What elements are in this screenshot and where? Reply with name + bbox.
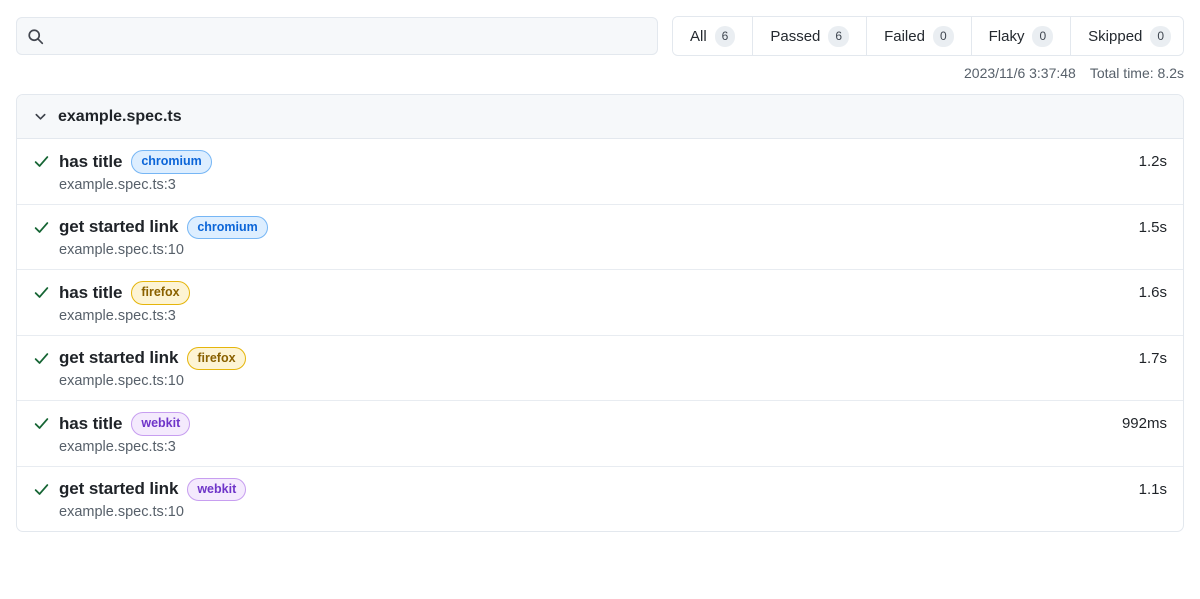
tab-flaky-label: Flaky	[988, 27, 1025, 45]
table-row[interactable]: get started link webkit 1.1s example.spe…	[17, 467, 1183, 532]
test-location: example.spec.ts:3	[59, 176, 176, 193]
toolbar: All 6 Passed 6 Failed 0 Flaky 0 Skipped …	[0, 0, 1200, 56]
table-row[interactable]: has title webkit 992ms example.spec.ts:3	[17, 401, 1183, 467]
test-title: get started link	[59, 217, 179, 237]
tab-failed-label: Failed	[884, 27, 925, 45]
project-badge: chromium	[131, 150, 212, 174]
tab-passed-label: Passed	[770, 27, 821, 45]
test-duration: 1.7s	[1138, 349, 1167, 367]
search-input[interactable]	[52, 18, 647, 54]
table-row[interactable]: has title firefox 1.6s example.spec.ts:3	[17, 270, 1183, 336]
project-badge: firefox	[187, 346, 246, 370]
test-duration: 1.5s	[1138, 218, 1167, 236]
tab-passed-count: 6	[828, 25, 850, 47]
test-location: example.spec.ts:10	[59, 373, 184, 389]
test-location: example.spec.ts:10	[59, 242, 184, 258]
tab-skipped-count: 0	[1150, 25, 1172, 47]
test-location: example.spec.ts:3	[59, 438, 176, 455]
table-row[interactable]: get started link firefox 1.7s example.sp…	[17, 336, 1183, 401]
chevron-down-icon[interactable]	[33, 109, 48, 124]
file-name: example.spec.ts	[58, 107, 182, 125]
tab-skipped-label: Skipped	[1088, 27, 1143, 45]
check-icon	[33, 481, 50, 498]
test-title: get started link	[59, 479, 179, 499]
test-title: has title	[59, 282, 123, 302]
test-row-main: get started link firefox 1.7s	[33, 346, 1167, 370]
tab-flaky-count: 0	[1032, 25, 1054, 47]
test-location: example.spec.ts:3	[59, 307, 176, 324]
test-file-card: example.spec.ts has title chromium 1.2s …	[16, 94, 1184, 532]
test-location: example.spec.ts:10	[59, 504, 184, 520]
check-icon	[33, 284, 50, 301]
search-icon	[27, 28, 44, 45]
project-badge: webkit	[131, 412, 191, 436]
project-badge: chromium	[187, 215, 268, 239]
search-box[interactable]	[16, 17, 658, 55]
test-row-main: get started link webkit 1.1s	[33, 477, 1167, 501]
file-header[interactable]: example.spec.ts	[17, 95, 1183, 139]
test-title: has title	[59, 413, 123, 433]
run-meta: 2023/11/6 3:37:48 Total time: 8.2s	[0, 56, 1200, 81]
project-badge: firefox	[131, 281, 190, 305]
tab-all-count: 6	[714, 25, 736, 47]
test-title: get started link	[59, 348, 179, 368]
tab-failed[interactable]: Failed 0	[867, 17, 972, 55]
test-duration: 1.6s	[1138, 284, 1167, 302]
tab-flaky[interactable]: Flaky 0	[971, 17, 1072, 55]
run-total-time: Total time: 8.2s	[1089, 65, 1184, 81]
test-row-main: has title firefox 1.6s	[33, 281, 1167, 305]
test-row-main: has title chromium 1.2s	[33, 150, 1167, 174]
filter-tabs: All 6 Passed 6 Failed 0 Flaky 0 Skipped …	[672, 16, 1184, 56]
test-row-main: has title webkit 992ms	[33, 412, 1167, 436]
test-duration: 1.1s	[1138, 480, 1167, 498]
tab-all-label: All	[690, 27, 707, 45]
test-row-main: get started link chromium 1.5s	[33, 215, 1167, 239]
run-timestamp: 2023/11/6 3:37:48	[964, 65, 1076, 81]
tab-all[interactable]: All 6	[673, 17, 754, 55]
test-duration: 992ms	[1121, 415, 1167, 433]
tab-passed[interactable]: Passed 6	[753, 17, 868, 55]
test-duration: 1.2s	[1138, 153, 1167, 171]
test-report-page: All 6 Passed 6 Failed 0 Flaky 0 Skipped …	[0, 0, 1200, 599]
table-row[interactable]: has title chromium 1.2s example.spec.ts:…	[17, 139, 1183, 205]
tab-skipped[interactable]: Skipped 0	[1071, 17, 1183, 55]
check-icon	[33, 219, 50, 236]
check-icon	[33, 153, 50, 170]
check-icon	[33, 415, 50, 432]
project-badge: webkit	[187, 477, 247, 501]
test-title: has title	[59, 151, 123, 171]
table-row[interactable]: get started link chromium 1.5s example.s…	[17, 205, 1183, 270]
tab-failed-count: 0	[932, 25, 954, 47]
check-icon	[33, 350, 50, 367]
